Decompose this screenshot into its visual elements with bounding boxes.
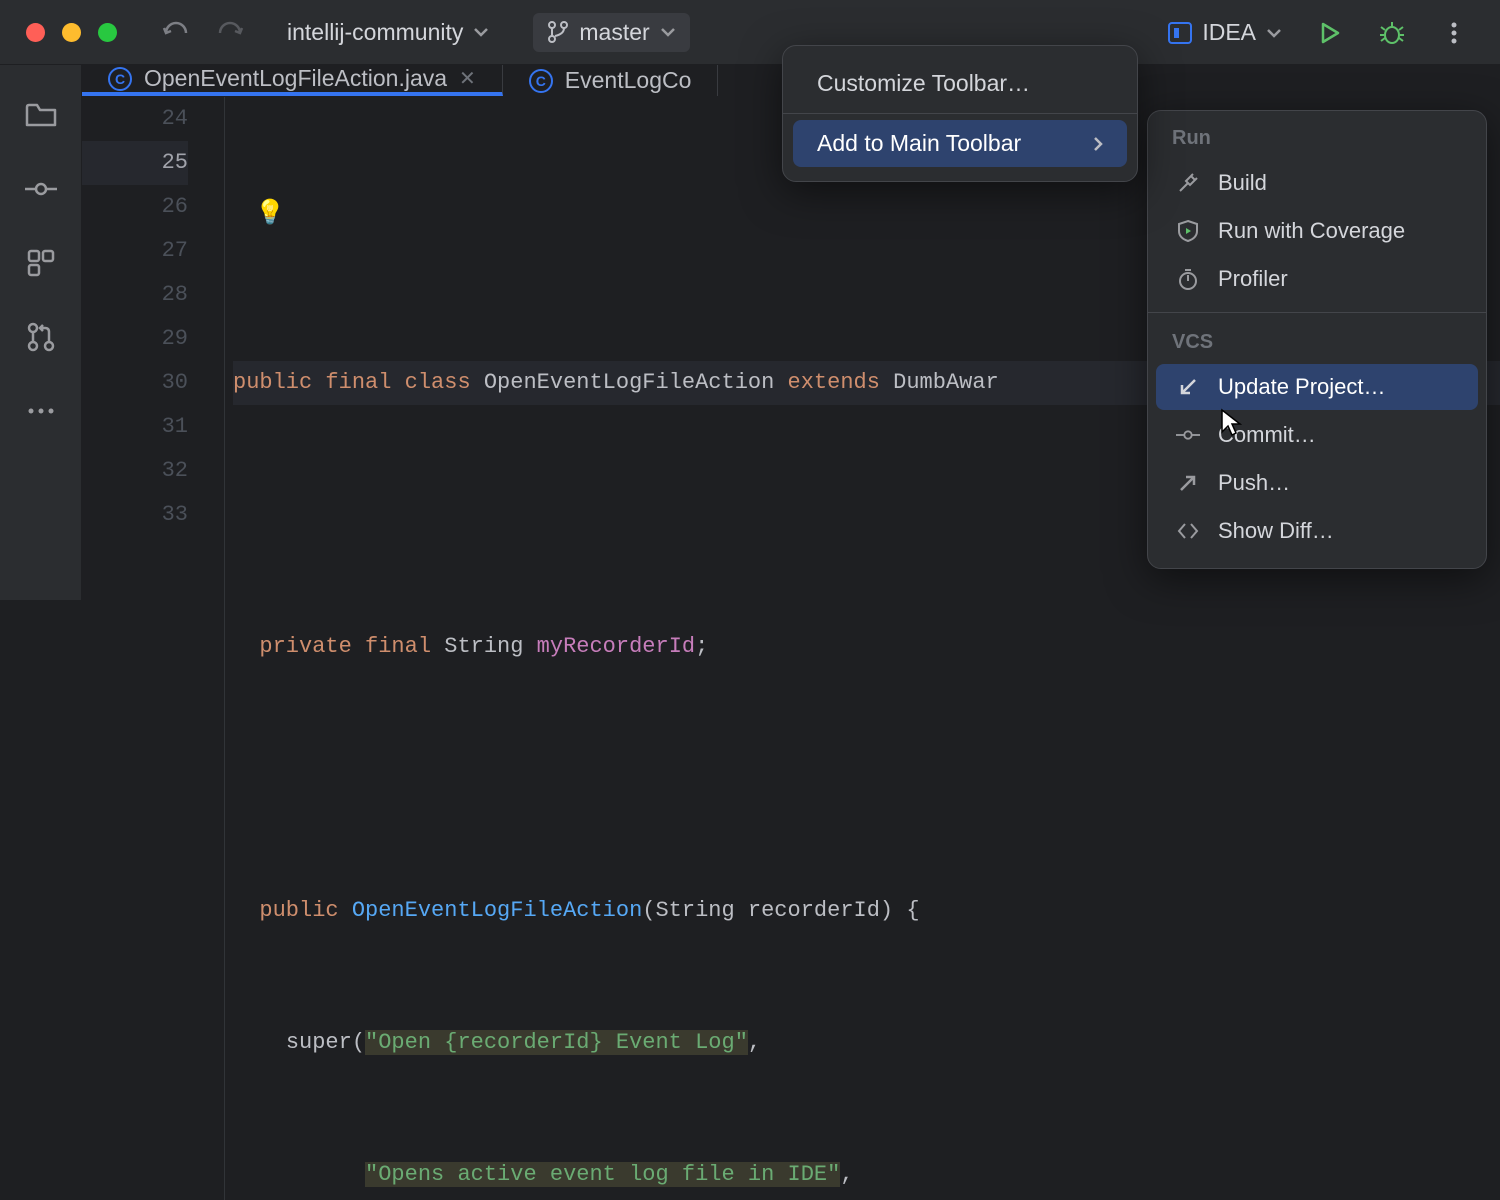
menu-item-label: Show Diff… <box>1218 518 1334 544</box>
commit-icon <box>1176 423 1200 447</box>
line-number: 31 <box>82 405 188 449</box>
java-class-icon: C <box>529 69 553 93</box>
line-number: 30 <box>82 361 188 405</box>
line-number: 29 <box>82 317 188 361</box>
line-number: 27 <box>82 229 188 273</box>
context-menu: Customize Toolbar… Add to Main Toolbar <box>782 45 1138 182</box>
menu-item-label: Add to Main Toolbar <box>817 130 1021 157</box>
menu-item-label: Profiler <box>1218 266 1288 292</box>
menu-item-push[interactable]: Push… <box>1156 460 1478 506</box>
branch-name: master <box>579 19 649 46</box>
window-close-button[interactable] <box>26 23 45 42</box>
project-name: intellij-community <box>287 19 463 46</box>
titlebar-right: IDEA <box>1156 0 1500 65</box>
branch-selector[interactable]: master <box>533 13 689 52</box>
window-minimize-button[interactable] <box>62 23 81 42</box>
editor-tab[interactable]: C EventLogCo <box>503 65 719 96</box>
commit-icon <box>25 181 57 197</box>
diff-icon <box>1176 519 1200 543</box>
menu-separator <box>783 113 1137 114</box>
menu-item-label: Commit… <box>1218 422 1316 448</box>
menu-item-run-coverage[interactable]: Run with Coverage <box>1156 208 1478 254</box>
menu-item-show-diff[interactable]: Show Diff… <box>1156 508 1478 554</box>
close-icon[interactable]: ✕ <box>459 66 476 91</box>
menu-item-add-to-main-toolbar[interactable]: Add to Main Toolbar <box>793 120 1127 167</box>
titlebar: intellij-community master IDEA <box>0 0 1500 65</box>
more-tools-button[interactable] <box>19 389 63 433</box>
chevron-down-icon <box>473 27 489 37</box>
debug-button[interactable] <box>1372 13 1412 53</box>
structure-icon <box>27 249 55 277</box>
line-number: 24 <box>82 97 188 141</box>
intention-bulb-icon[interactable]: 💡 <box>255 193 285 237</box>
commit-tool-button[interactable] <box>19 167 63 211</box>
more-horizontal-icon <box>27 407 55 415</box>
profiler-icon <box>1176 267 1200 291</box>
code-line: "Opens active event log file in IDE", <box>233 1153 1500 1197</box>
redo-button[interactable] <box>209 12 249 52</box>
arrow-down-left-icon <box>1176 375 1200 399</box>
menu-item-label: Build <box>1218 170 1267 196</box>
menu-item-build[interactable]: Build <box>1156 160 1478 206</box>
run-config-name: IDEA <box>1202 19 1256 46</box>
menu-item-label: Push… <box>1218 470 1290 496</box>
editor-tab-active[interactable]: C OpenEventLogFileAction.java ✕ <box>82 65 503 96</box>
line-number: 28 <box>82 273 188 317</box>
branch-icon <box>547 20 569 44</box>
menu-item-update-project[interactable]: Update Project… <box>1156 364 1478 410</box>
run-config-selector[interactable]: IDEA <box>1156 15 1294 50</box>
code-line <box>233 757 1500 801</box>
chevron-down-icon <box>660 27 676 37</box>
line-number: 26 <box>82 185 188 229</box>
shield-play-icon <box>1176 219 1200 243</box>
menu-item-profiler[interactable]: Profiler <box>1156 256 1478 302</box>
line-number: 32 <box>82 449 188 493</box>
window-maximize-button[interactable] <box>98 23 117 42</box>
arrow-up-right-icon <box>1176 471 1200 495</box>
app-icon <box>1168 22 1192 44</box>
gutter: 24 25 26 27 28 29 30 31 32 33 <box>82 97 224 1200</box>
code-line: public OpenEventLogFileAction(String rec… <box>233 889 1500 933</box>
hammer-icon <box>1176 171 1200 195</box>
menu-section-run: Run <box>1148 119 1486 158</box>
chevron-down-icon <box>1266 28 1282 38</box>
menu-item-label: Update Project… <box>1218 374 1386 400</box>
tab-label: OpenEventLogFileAction.java <box>144 65 447 92</box>
java-class-icon: C <box>108 67 132 91</box>
window-controls <box>0 23 117 42</box>
project-tool-button[interactable] <box>19 93 63 137</box>
menu-item-customize-toolbar[interactable]: Customize Toolbar… <box>793 60 1127 107</box>
undo-button[interactable] <box>157 12 197 52</box>
left-tool-rail <box>0 65 82 600</box>
chevron-right-icon <box>1093 136 1103 152</box>
menu-item-commit[interactable]: Commit… <box>1156 412 1478 458</box>
menu-separator <box>1148 312 1486 313</box>
structure-tool-button[interactable] <box>19 241 63 285</box>
pull-request-icon <box>27 322 55 352</box>
line-number: 25 <box>82 141 188 185</box>
line-number: 33 <box>82 493 188 537</box>
project-selector[interactable]: intellij-community <box>273 13 503 52</box>
pull-requests-tool-button[interactable] <box>19 315 63 359</box>
code-line: private final String myRecorderId; <box>233 625 1500 669</box>
code-line: super("Open {recorderId} Event Log", <box>233 1021 1500 1065</box>
menu-section-vcs: VCS <box>1148 323 1486 362</box>
more-button[interactable] <box>1434 13 1474 53</box>
menu-item-label: Customize Toolbar… <box>817 70 1030 97</box>
folder-icon <box>25 101 57 129</box>
menu-item-label: Run with Coverage <box>1218 218 1405 244</box>
submenu: Run Build Run with Coverage Profiler VCS… <box>1147 110 1487 569</box>
tab-label: EventLogCo <box>565 67 692 94</box>
run-button[interactable] <box>1310 13 1350 53</box>
